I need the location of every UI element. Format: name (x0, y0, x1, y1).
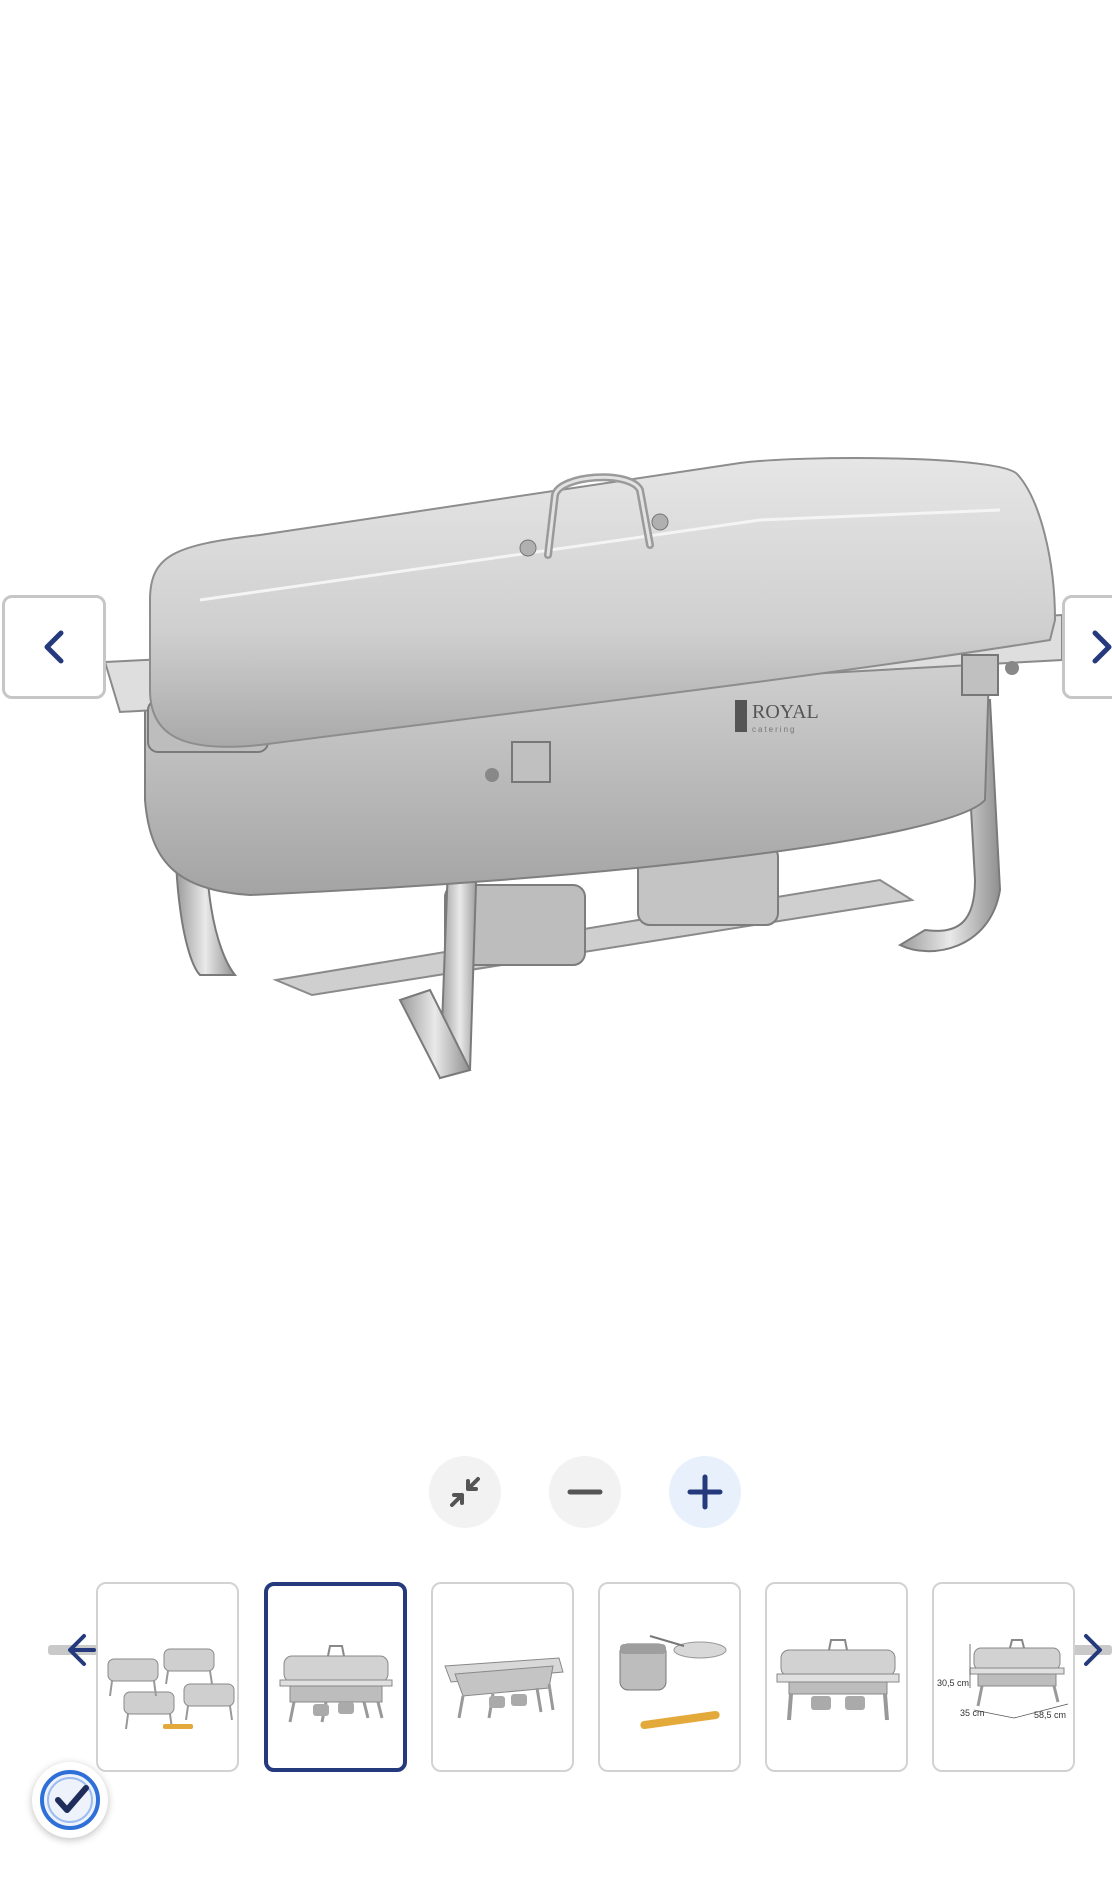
svg-text:ROYAL: ROYAL (752, 701, 819, 723)
thumbnail-fuel-holder-accessories[interactable] (598, 1582, 741, 1772)
thumbnail-chafer-open-pan[interactable] (431, 1582, 574, 1772)
arrow-left-icon (68, 1634, 96, 1666)
thumbnail-strip: 30,5 cm 35 cm 58,5 cm (0, 1582, 1112, 1774)
zoom-in-button[interactable] (669, 1456, 741, 1528)
thumbnail-chafer-dimensions[interactable]: 30,5 cm 35 cm 58,5 cm (932, 1582, 1075, 1772)
zoom-controls (0, 1456, 1112, 1532)
thumbnail-chafer-front-view[interactable] (765, 1582, 908, 1772)
previous-image-button[interactable] (2, 595, 106, 699)
thumbnail-four-chafers-set[interactable] (96, 1582, 239, 1772)
zoom-fit-button[interactable] (429, 1456, 501, 1528)
main-product-image[interactable]: ROYAL catering (0, 0, 1112, 1420)
verified-check-icon (40, 1770, 100, 1830)
arrow-right-icon (1084, 1634, 1102, 1666)
dimension-height-label: 30,5 cm (937, 1678, 970, 1688)
zoom-out-button[interactable] (549, 1456, 621, 1528)
chevron-left-icon (44, 630, 64, 664)
dimension-width-label: 58,5 cm (1034, 1710, 1067, 1720)
verified-badge[interactable] (32, 1762, 108, 1838)
plus-icon (687, 1474, 723, 1510)
svg-text:catering: catering (752, 725, 796, 734)
minus-icon (567, 1489, 603, 1495)
dimension-depth-label: 35 cm (960, 1708, 985, 1718)
chevron-right-icon (1092, 630, 1112, 664)
next-image-button[interactable] (1062, 595, 1112, 699)
collapse-arrows-icon (450, 1477, 480, 1507)
thumbnail-chafer-closed[interactable] (264, 1582, 407, 1772)
